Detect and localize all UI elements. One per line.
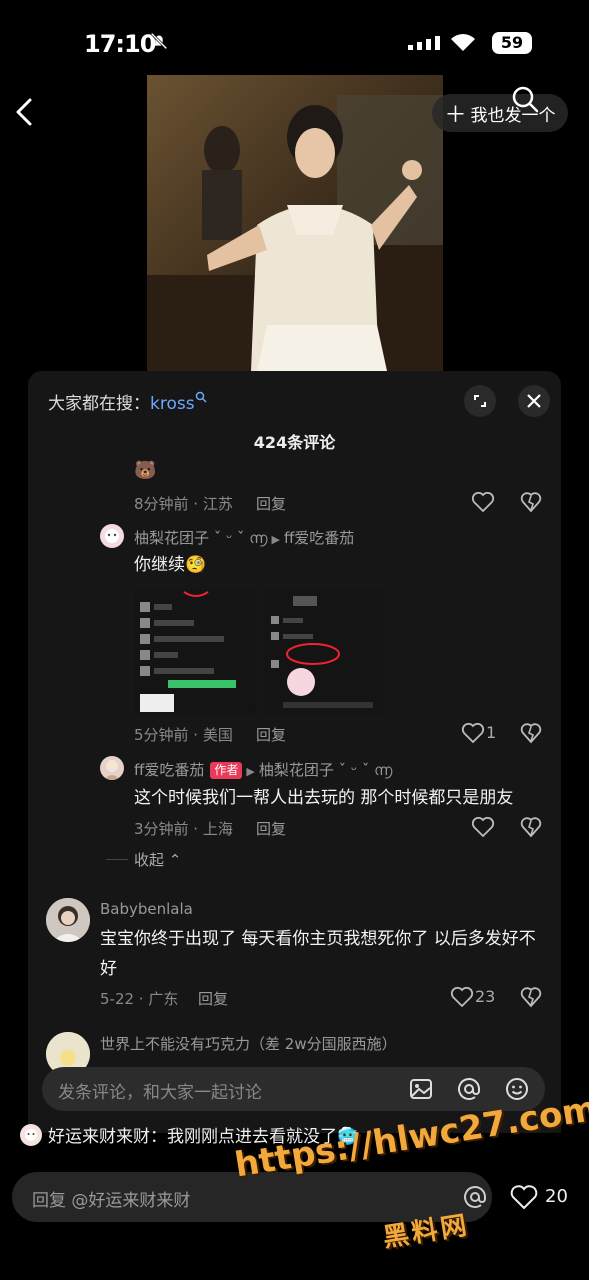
live-comment-avatar[interactable]	[20, 1123, 42, 1146]
collapse-replies-button[interactable]: 收起 ⌃	[134, 849, 181, 870]
chat-screenshot-image	[134, 590, 256, 714]
reply-header: 柚梨花团子 ˇ ᵕ ˇ ൬ ▶ ff爱吃番茄	[134, 527, 354, 548]
avatar[interactable]	[46, 898, 90, 942]
reply-arrow-icon: ▶	[271, 533, 280, 546]
comment-author[interactable]: Babybenlala	[100, 900, 193, 918]
chat-screenshot-image	[263, 590, 385, 714]
comment-panel: 大家都在搜：kross 424条评论 🐻 8分钟前 · 江苏 回复 柚梨花团子 …	[28, 371, 561, 1133]
image-picker-icon[interactable]	[408, 1076, 434, 1102]
search-icon[interactable]	[510, 84, 540, 114]
comment-text: 宝宝你终于出现了 每天看你主页我想死你了 以后多发好不好	[100, 929, 536, 979]
comment-meta: 3分钟前 · 上海	[134, 820, 233, 838]
reply-button[interactable]: 回复	[198, 988, 228, 1009]
comment-text: 你继续🧐	[134, 555, 207, 575]
comment-text: 这个时候我们一帮人出去玩的 那个时候都只是朋友	[134, 788, 514, 808]
wifi-icon	[451, 34, 475, 51]
battery-indicator: 59	[492, 32, 532, 54]
comment-author[interactable]: 世界上不能没有巧克力（差 2w分国服西施）	[100, 1033, 397, 1054]
video-preview[interactable]	[147, 75, 443, 371]
reply-button[interactable]: 回复	[256, 493, 286, 514]
signal-icon	[408, 36, 440, 50]
comment-meta: 5分钟前 · 美国	[134, 726, 233, 744]
avatar-image	[46, 898, 90, 942]
reply-to-user[interactable]: 柚梨花团子 ˇ ᵕ ˇ ൬	[259, 761, 392, 779]
like-heart-icon[interactable]	[450, 986, 474, 1008]
like-count: 1	[486, 723, 497, 742]
close-icon	[527, 394, 541, 408]
status-bar: 17:10 59	[0, 0, 589, 80]
post-video-button[interactable]: ＋ 我也发一个	[432, 94, 568, 132]
avatar[interactable]	[100, 524, 124, 548]
expand-icon	[474, 395, 486, 407]
reply-arrow-icon: ▶	[246, 765, 255, 778]
trending-search-prefix: 大家都在搜：	[48, 394, 150, 414]
like-count: 20	[545, 1186, 568, 1207]
reply-to-user[interactable]: ff爱吃番茄	[284, 529, 354, 547]
plus-icon: ＋	[444, 103, 467, 128]
comment-input-placeholder: 发条评论，和大家一起讨论	[58, 1083, 262, 1103]
author-badge: 作者	[210, 762, 243, 779]
avatar[interactable]	[100, 756, 124, 780]
like-heart-icon[interactable]	[471, 816, 495, 838]
mention-icon[interactable]	[456, 1076, 482, 1102]
expand-button[interactable]	[464, 385, 496, 417]
avatar-image	[25, 1128, 37, 1141]
comment-image-2[interactable]	[263, 590, 385, 714]
trending-search[interactable]: 大家都在搜：kross	[48, 389, 207, 414]
reply-header: ff爱吃番茄 作者 ▶ 柚梨花团子 ˇ ᵕ ˇ ൬	[134, 759, 392, 780]
dislike-heart-icon[interactable]	[520, 722, 542, 744]
comment-count-title: 424条评论	[253, 433, 336, 452]
comment-input[interactable]: 发条评论，和大家一起讨论	[42, 1067, 545, 1111]
like-heart-icon[interactable]	[510, 1184, 538, 1210]
search-small-icon	[195, 391, 207, 403]
comment-author[interactable]: ff爱吃番茄	[134, 761, 204, 779]
trending-search-keyword[interactable]: kross	[150, 394, 195, 414]
comment-image-1[interactable]	[134, 590, 256, 714]
avatar-image	[104, 760, 120, 780]
avatar-image	[105, 529, 119, 543]
reply-input-placeholder: 回复 @好运来财来财	[32, 1191, 191, 1211]
reply-button[interactable]: 回复	[256, 818, 286, 839]
live-comment-user[interactable]: 好运来财来财	[48, 1122, 150, 1147]
like-heart-icon[interactable]	[461, 722, 485, 744]
bell-muted-icon	[150, 32, 168, 50]
reply-button[interactable]: 回复	[256, 724, 286, 745]
dislike-heart-icon[interactable]	[520, 986, 542, 1008]
video-still-image	[147, 75, 443, 371]
like-count: 23	[475, 987, 496, 1006]
dislike-heart-icon[interactable]	[520, 816, 542, 838]
collapse-label: 收起	[134, 851, 165, 869]
emoji-icon[interactable]	[504, 1076, 530, 1102]
chevron-up-icon: ⌃	[164, 851, 182, 869]
comment-text-emoji: 🐻	[134, 460, 157, 481]
close-panel-button[interactable]	[518, 385, 550, 417]
comment-meta: 5-22 · 广东	[100, 990, 179, 1008]
back-icon[interactable]	[12, 96, 40, 128]
status-time: 17:10	[84, 30, 156, 58]
collapse-divider	[106, 859, 128, 860]
comment-author[interactable]: 柚梨花团子 ˇ ᵕ ˇ ൬	[134, 529, 267, 547]
like-heart-icon[interactable]	[471, 491, 495, 513]
comment-meta: 8分钟前 · 江苏	[134, 495, 233, 513]
dislike-heart-icon[interactable]	[520, 491, 542, 513]
